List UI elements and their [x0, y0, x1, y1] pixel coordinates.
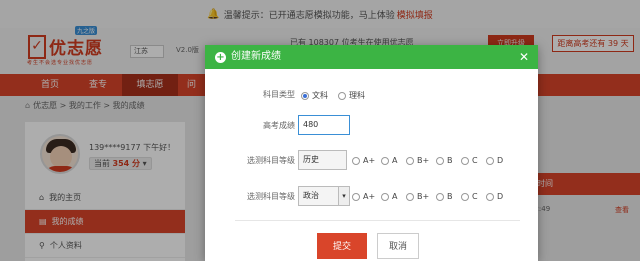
radio-button[interactable] [338, 91, 346, 100]
dialog-header: + 创建新成绩 ✕ [205, 45, 538, 69]
plus-circle-icon: + [215, 51, 226, 63]
grade2-option[interactable]: C [461, 192, 478, 201]
subject2-value: 政治 [303, 191, 319, 200]
grade1-option[interactable]: A [381, 156, 397, 165]
subject1-box: 历史 [298, 150, 347, 170]
grade2-option[interactable]: B+ [406, 192, 429, 201]
dialog-divider [235, 220, 520, 221]
grade1-option[interactable]: B [436, 156, 453, 165]
submit-button[interactable]: 提交 [317, 233, 367, 259]
subject1-value: 历史 [303, 155, 319, 164]
radio-science[interactable]: 理科 [338, 90, 365, 101]
create-score-dialog: + 创建新成绩 ✕ 科目类型 文科 理科 高考成绩 480 选测科目等级 历史 … [205, 45, 538, 261]
score-input[interactable]: 480 [298, 115, 350, 135]
grade2-option[interactable]: B [436, 192, 453, 201]
grade1-option[interactable]: B+ [406, 156, 429, 165]
radio-arts[interactable]: 文科 [301, 90, 328, 101]
subject1-label: 选测科目等级 [247, 156, 295, 165]
radio-button[interactable] [301, 91, 309, 100]
subject2-label: 选测科目等级 [247, 192, 295, 201]
score-label: 高考成绩 [263, 121, 295, 130]
grade2-option[interactable]: A+ [352, 192, 375, 201]
chevron-down-icon[interactable]: ▾ [338, 187, 349, 205]
close-icon[interactable]: ✕ [519, 45, 529, 69]
subject2-select[interactable]: 政治 ▾ [298, 186, 350, 206]
grade2-option[interactable]: D [486, 192, 503, 201]
cancel-button[interactable]: 取消 [377, 233, 419, 259]
grade1-option[interactable]: C [461, 156, 478, 165]
grade2-option[interactable]: A [381, 192, 397, 201]
grade1-option[interactable]: A+ [352, 156, 375, 165]
subject-type-label: 科目类型 [263, 90, 295, 99]
grade1-option[interactable]: D [486, 156, 503, 165]
dialog-title: + 创建新成绩 [215, 51, 281, 63]
